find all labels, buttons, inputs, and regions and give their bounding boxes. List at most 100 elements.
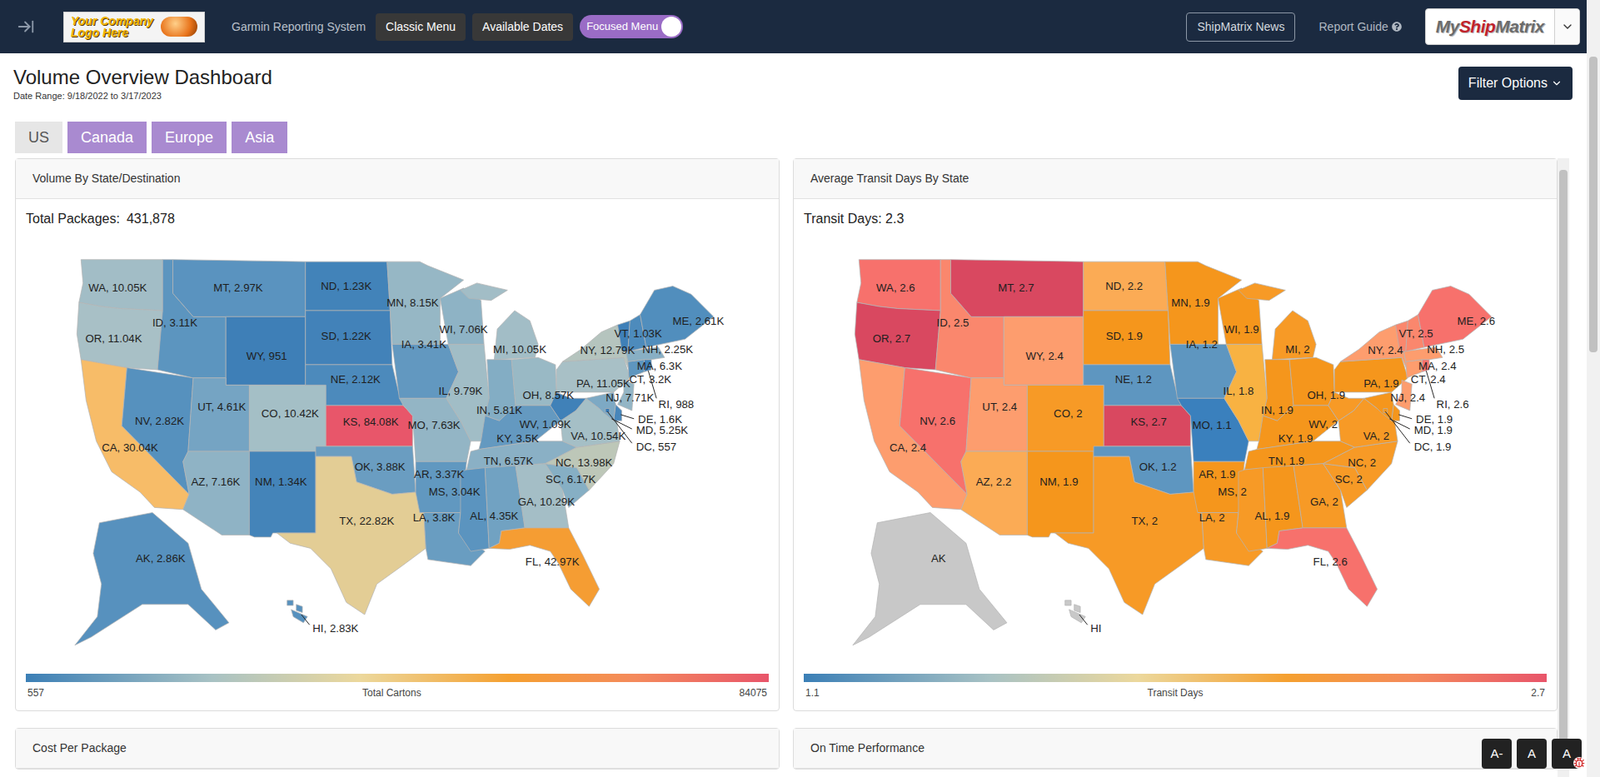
app: Your CompanyLogo HereGarmin Reporting Sy…	[0, 0, 1600, 777]
svg-text:MS, 3.04K: MS, 3.04K	[428, 485, 481, 499]
font-size-button[interactable]: A	[1516, 738, 1547, 769]
state-region[interactable]	[1026, 384, 1104, 452]
state-region[interactable]	[1334, 357, 1408, 393]
svg-text:LA, 2: LA, 2	[1199, 511, 1226, 524]
state-region[interactable]	[305, 310, 393, 365]
state-region[interactable]	[183, 451, 250, 535]
state-label: MT, 2.7	[997, 281, 1034, 295]
state-region[interactable]	[488, 528, 599, 607]
font-size-button[interactable]: A-	[1481, 738, 1512, 769]
state-label: NH, 2.5	[1426, 343, 1465, 356]
svg-text:NH, 2.25K: NH, 2.25K	[642, 343, 693, 356]
state-region[interactable]	[188, 378, 250, 452]
svg-text:MD, 5.25K: MD, 5.25K	[636, 423, 689, 437]
panels-scrollbar[interactable]	[1557, 158, 1570, 777]
state-region[interactable]	[79, 259, 163, 311]
state-label: VT, 2.5	[1399, 327, 1434, 340]
bug-report-icon[interactable]	[1573, 757, 1586, 769]
svg-text:RI, 988: RI, 988	[658, 398, 695, 411]
svg-text:MI, 2: MI, 2	[1285, 343, 1310, 356]
state-region[interactable]	[173, 259, 306, 318]
state-label: CT, 2.4	[1410, 373, 1446, 386]
state-region[interactable]	[545, 441, 620, 491]
region-tab[interactable]: Europe	[151, 121, 227, 154]
help-icon	[1391, 21, 1402, 32]
legend-max: 84075	[739, 685, 768, 701]
state-region[interactable]	[951, 259, 1084, 318]
state-label: MT, 2.97K	[213, 281, 264, 295]
state-region[interactable]	[854, 302, 941, 370]
state-region[interactable]	[961, 451, 1028, 535]
state-label: PA, 11.05K	[576, 377, 631, 390]
focused-menu-toggle[interactable]: Focused Menu	[579, 14, 683, 39]
state-region[interactable]	[1323, 441, 1398, 491]
state-label: GA, 2	[1310, 495, 1339, 509]
top-navbar: Your CompanyLogo HereGarmin Reporting Sy…	[0, 0, 1587, 54]
state-label: NE, 2.12K	[330, 373, 381, 386]
svg-text:IA, 3.41K: IA, 3.41K	[401, 338, 448, 351]
state-region[interactable]	[857, 259, 941, 311]
region-tab[interactable]: US	[14, 121, 63, 154]
filter-options-button[interactable]: Filter Options	[1458, 66, 1573, 100]
toggle-knob	[661, 16, 682, 37]
svg-text:GA, 10.29K: GA, 10.29K	[518, 495, 576, 509]
svg-text:VT, 1.03K: VT, 1.03K	[613, 327, 662, 340]
state-region[interactable]	[899, 368, 972, 495]
state-region[interactable]	[1026, 451, 1094, 538]
state-region[interactable]	[225, 316, 306, 385]
svg-text:NY, 2.4: NY, 2.4	[1367, 343, 1403, 357]
svg-text:OH, 8.57K: OH, 8.57K	[522, 388, 574, 402]
state-label: UT, 4.61K	[197, 400, 246, 414]
system-name: Garmin Reporting System	[231, 18, 366, 36]
nav-button[interactable]: Available Dates	[472, 13, 574, 41]
state-region[interactable]	[1065, 600, 1087, 624]
state-region[interactable]	[305, 261, 391, 311]
state-region[interactable]	[852, 513, 1007, 646]
state-region[interactable]	[121, 368, 194, 495]
color-legend: 557Total Cartons84075	[25, 673, 769, 701]
collapse-sidebar-icon[interactable]	[16, 17, 35, 36]
state-label: RI, 988	[647, 370, 694, 411]
dashboard-panel: Cost Per Package	[14, 727, 780, 770]
svg-text:FL, 42.97K: FL, 42.97K	[525, 555, 580, 569]
state-region[interactable]	[249, 451, 316, 538]
page-scrollbar[interactable]	[1586, 0, 1600, 777]
state-region[interactable]	[76, 302, 163, 370]
state-label: WV, 1.09K	[519, 418, 572, 431]
state-label: MS, 2	[1217, 485, 1247, 499]
dashboard-panel: Volume By State/DestinationTotal Package…	[14, 158, 780, 712]
state-region[interactable]	[1238, 283, 1316, 360]
state-region[interactable]	[556, 357, 630, 393]
state-region[interactable]	[325, 405, 413, 447]
state-label: HI	[1079, 614, 1102, 635]
region-tab[interactable]: Asia	[231, 121, 288, 154]
region-tab[interactable]: Canada	[67, 121, 147, 154]
svg-text:UT, 4.61K: UT, 4.61K	[197, 400, 246, 414]
state-region[interactable]	[305, 364, 404, 406]
state-region[interactable]	[1266, 528, 1377, 607]
state-region[interactable]	[1103, 405, 1191, 447]
nav-button[interactable]: Classic Menu	[375, 13, 466, 41]
svg-text:HI: HI	[1090, 622, 1102, 635]
report-guide-link[interactable]: Report Guide	[1318, 18, 1401, 36]
state-region[interactable]	[1083, 364, 1182, 406]
state-label: IN, 1.9	[1261, 403, 1294, 417]
state-region[interactable]	[1083, 310, 1171, 365]
state-label: ME, 2.6	[1457, 314, 1496, 328]
svg-text:NY, 12.79K: NY, 12.79K	[579, 343, 635, 357]
state-region[interactable]	[74, 513, 230, 646]
svg-text:SC, 2: SC, 2	[1335, 473, 1363, 486]
state-label: TX, 2	[1131, 514, 1158, 528]
state-region[interactable]	[1003, 316, 1084, 385]
news-button[interactable]: ShipMatrix News	[1186, 12, 1296, 42]
svg-text:ND, 2.2: ND, 2.2	[1105, 279, 1143, 293]
state-region[interactable]	[966, 378, 1028, 452]
state-region[interactable]	[1083, 261, 1169, 311]
state-region[interactable]	[287, 600, 309, 624]
state-label: NC, 13.98K	[555, 456, 614, 469]
state-label: AK	[931, 552, 947, 565]
svg-text:ID, 3.11K: ID, 3.11K	[152, 316, 198, 329]
product-logo-menu[interactable]: MyShipMatrix	[1425, 8, 1581, 45]
state-region[interactable]	[249, 384, 326, 452]
svg-text:WY, 2.4: WY, 2.4	[1026, 349, 1064, 363]
